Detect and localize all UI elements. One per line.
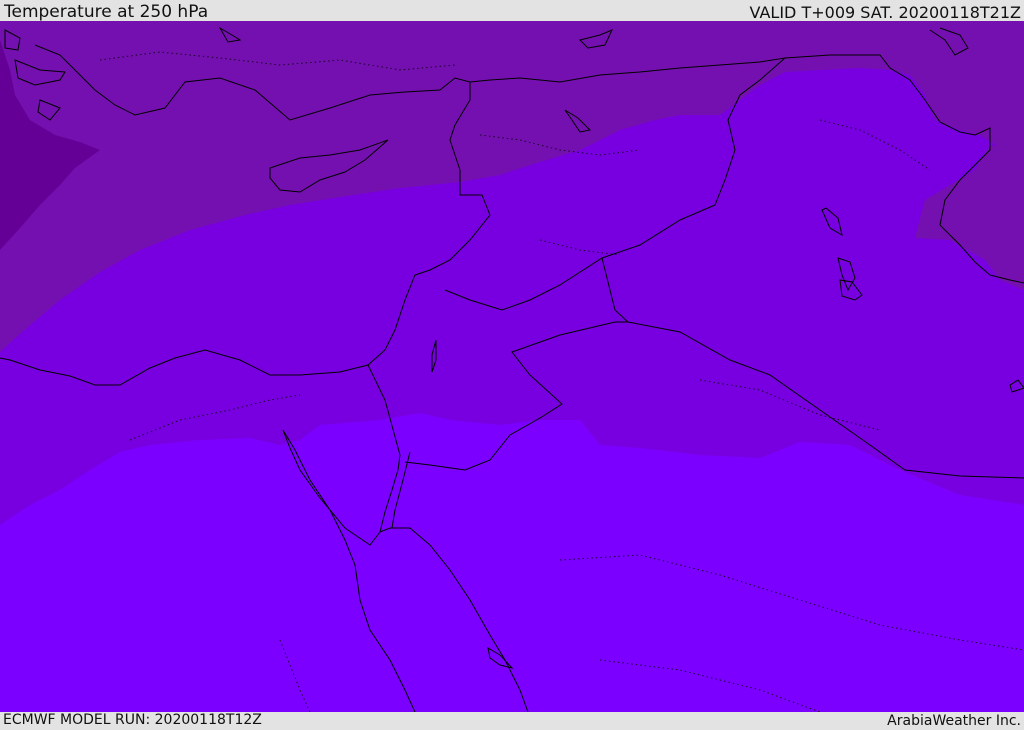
map-title: Temperature at 250 hPa (4, 2, 209, 22)
header-bar: Temperature at 250 hPa VALID T+009 SAT. … (0, 0, 1024, 22)
valid-time-label: VALID T+009 SAT. 20200118T21Z (749, 3, 1021, 22)
footer-bar: ECMWF MODEL RUN: 20200118T12Z ArabiaWeat… (0, 712, 1024, 729)
credit-label: ArabiaWeather Inc. (887, 713, 1021, 729)
model-run-label: ECMWF MODEL RUN: 20200118T12Z (3, 712, 262, 728)
temperature-map[interactable] (0, 21, 1024, 712)
